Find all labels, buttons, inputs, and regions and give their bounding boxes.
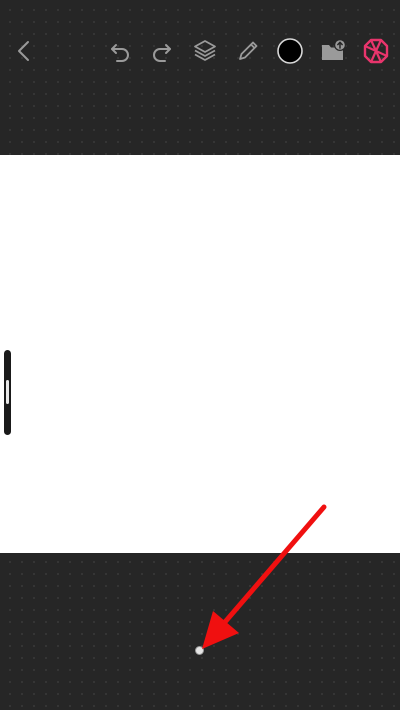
undo-icon [111,44,129,62]
drawing-canvas[interactable] [0,155,400,553]
top-toolbar [0,0,400,104]
color-picker-button[interactable] [273,34,307,68]
brush-cursor-dot [195,646,204,655]
folder-upload-icon [322,39,346,60]
import-button[interactable] [316,34,350,68]
app-menu-button[interactable] [359,34,393,68]
app-logo-icon [363,38,389,64]
slider-grip [6,380,9,404]
layers-icon [194,40,216,61]
back-chevron-icon [18,41,29,61]
color-swatch-icon [277,38,303,64]
redo-icon [153,44,171,62]
brush-size-slider-handle[interactable] [4,350,11,435]
brush-tool-button[interactable] [231,34,265,68]
pencil-icon [239,41,258,60]
layers-button[interactable] [188,34,222,68]
redo-button[interactable] [145,34,179,68]
drawing-app [0,0,400,710]
back-button[interactable] [7,34,41,68]
undo-button[interactable] [103,34,137,68]
